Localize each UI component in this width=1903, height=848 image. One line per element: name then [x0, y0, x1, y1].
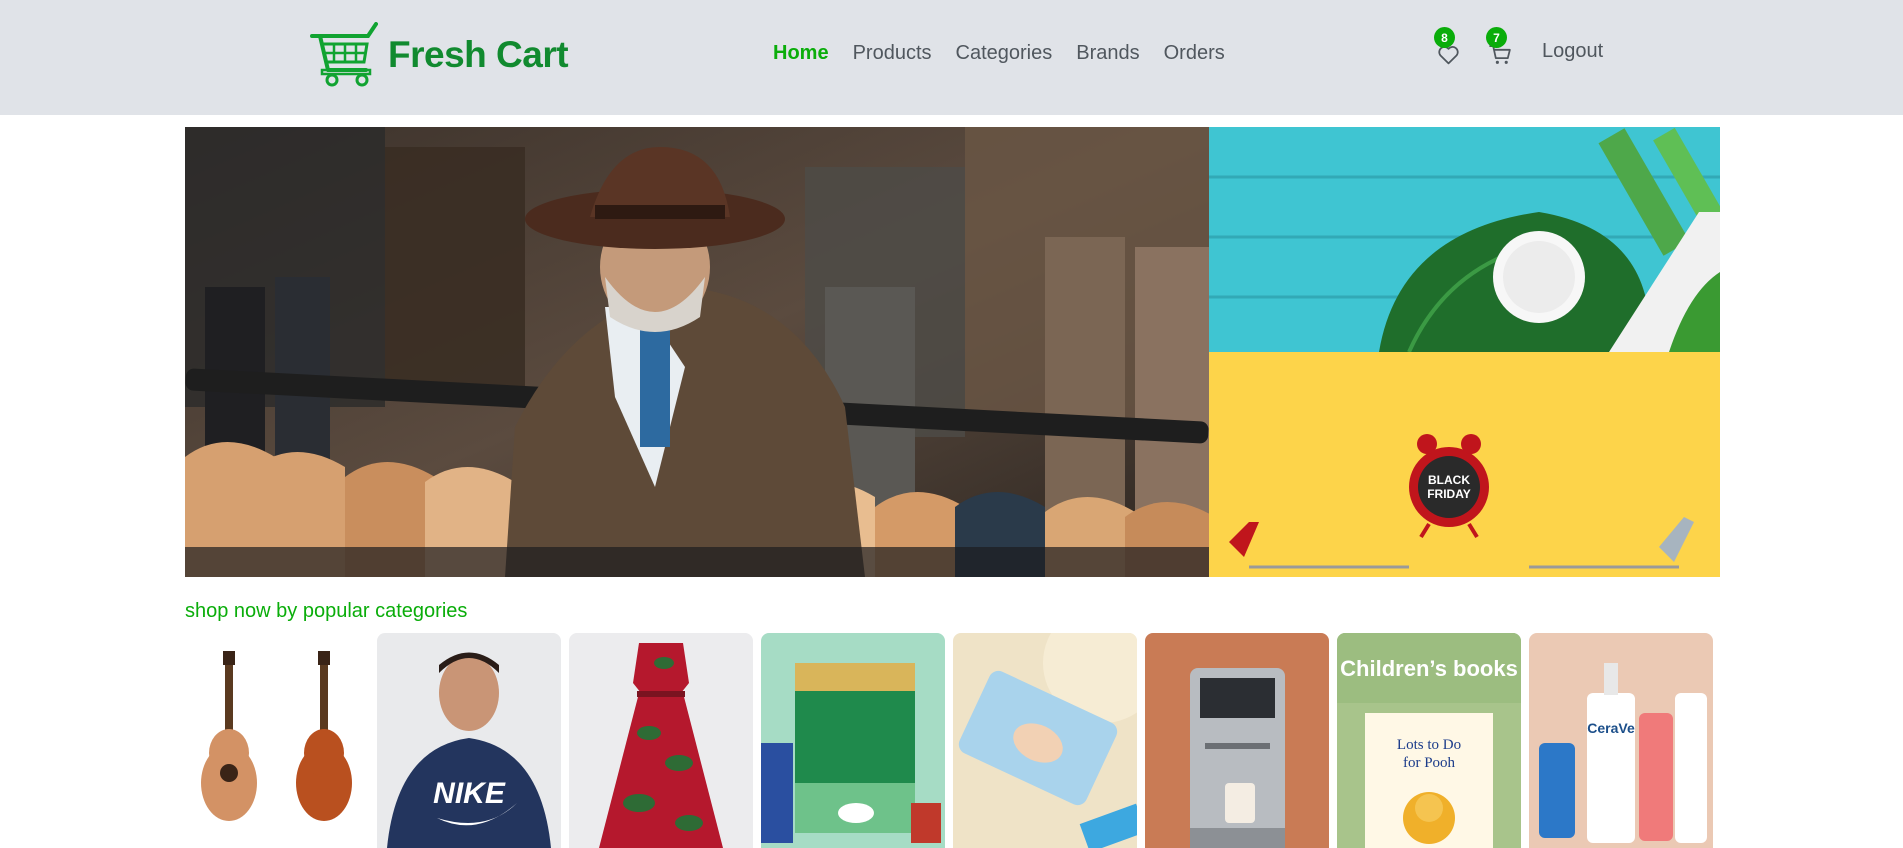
- skincare-bottles-image: CeraVe: [1529, 633, 1713, 848]
- hero-banner: BLACK FRIDAY: [185, 127, 1720, 577]
- nav-brands-link[interactable]: Brands: [1076, 42, 1139, 65]
- nav-actions: 8 7 Logout: [1434, 27, 1603, 66]
- milk-powder-image: [761, 633, 945, 848]
- cerave-label: CeraVe: [1587, 720, 1635, 736]
- skincare-banner[interactable]: [1209, 127, 1720, 352]
- category-card-baby-toys[interactable]: [953, 633, 1137, 848]
- nav-categories-link[interactable]: Categories: [956, 42, 1053, 65]
- brand-logo-link[interactable]: Fresh Cart: [310, 22, 569, 88]
- coffee-machine-image: [1145, 633, 1329, 848]
- main-nav: Home Products Categories Brands Orders: [773, 42, 1225, 65]
- clothing-rack-shopper-image: [185, 127, 1209, 577]
- category-card-beauty-health[interactable]: CeraVe: [1529, 633, 1713, 848]
- floral-dress-image: [569, 633, 753, 848]
- cart-button[interactable]: 7: [1486, 27, 1516, 66]
- book-title-line1: Lots to Do: [1397, 737, 1461, 753]
- popular-categories-title: shop now by popular categories: [185, 600, 468, 622]
- childrens-books-image: Children’s books Lots to Do for Pooh: [1337, 633, 1521, 848]
- black-friday-line2: FRIDAY: [1427, 487, 1471, 501]
- nike-logo-text: NIKE: [433, 777, 506, 810]
- brand-name: Fresh Cart: [388, 34, 569, 75]
- wishlist-button[interactable]: 8: [1434, 27, 1464, 66]
- category-card-books[interactable]: Children’s books Lots to Do for Pooh: [1337, 633, 1521, 848]
- diapers-image: [953, 633, 1137, 848]
- hero-side-panel: BLACK FRIDAY: [1209, 127, 1720, 577]
- childrens-books-label: Children’s books: [1340, 656, 1518, 681]
- wishlist-count-badge: 8: [1434, 27, 1455, 48]
- category-card-mens-fashion[interactable]: NIKE: [377, 633, 561, 848]
- black-friday-banner[interactable]: BLACK FRIDAY: [1209, 352, 1720, 577]
- nav-orders-link[interactable]: Orders: [1164, 42, 1225, 65]
- logout-link[interactable]: Logout: [1542, 40, 1603, 63]
- cart-logo-icon: [310, 22, 378, 87]
- categories-slider: NIKE Children’s books Lots to Do for Poo…: [185, 633, 1713, 848]
- alarm-clock-image: BLACK FRIDAY: [1209, 352, 1720, 577]
- black-friday-line1: BLACK: [1428, 473, 1470, 487]
- guitars-image: [185, 633, 369, 848]
- category-card-music[interactable]: [185, 633, 369, 848]
- category-card-supermarket[interactable]: [761, 633, 945, 848]
- book-title-line2: for Pooh: [1403, 755, 1456, 771]
- navbar: Fresh Cart Home Products Categories Bran…: [0, 0, 1903, 115]
- nav-products-link[interactable]: Products: [853, 42, 932, 65]
- hoodie-man-image: NIKE: [377, 633, 561, 848]
- nav-home-link[interactable]: Home: [773, 42, 829, 65]
- cream-jar-image: [1209, 127, 1720, 352]
- category-card-home[interactable]: [1145, 633, 1329, 848]
- category-card-womens-fashion[interactable]: [569, 633, 753, 848]
- hero-main-slide[interactable]: [185, 127, 1209, 577]
- cart-count-badge: 7: [1486, 27, 1507, 48]
